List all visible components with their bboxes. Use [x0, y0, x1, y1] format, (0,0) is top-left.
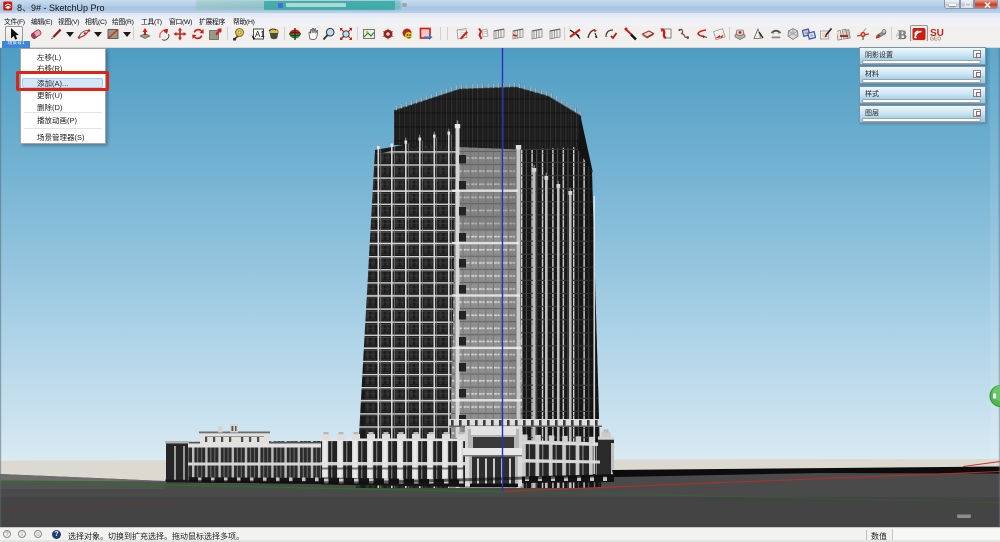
svg-text:B: B: [898, 27, 907, 41]
svg-text:GEO: GEO: [930, 36, 941, 41]
svg-text:A1: A1: [255, 30, 265, 39]
